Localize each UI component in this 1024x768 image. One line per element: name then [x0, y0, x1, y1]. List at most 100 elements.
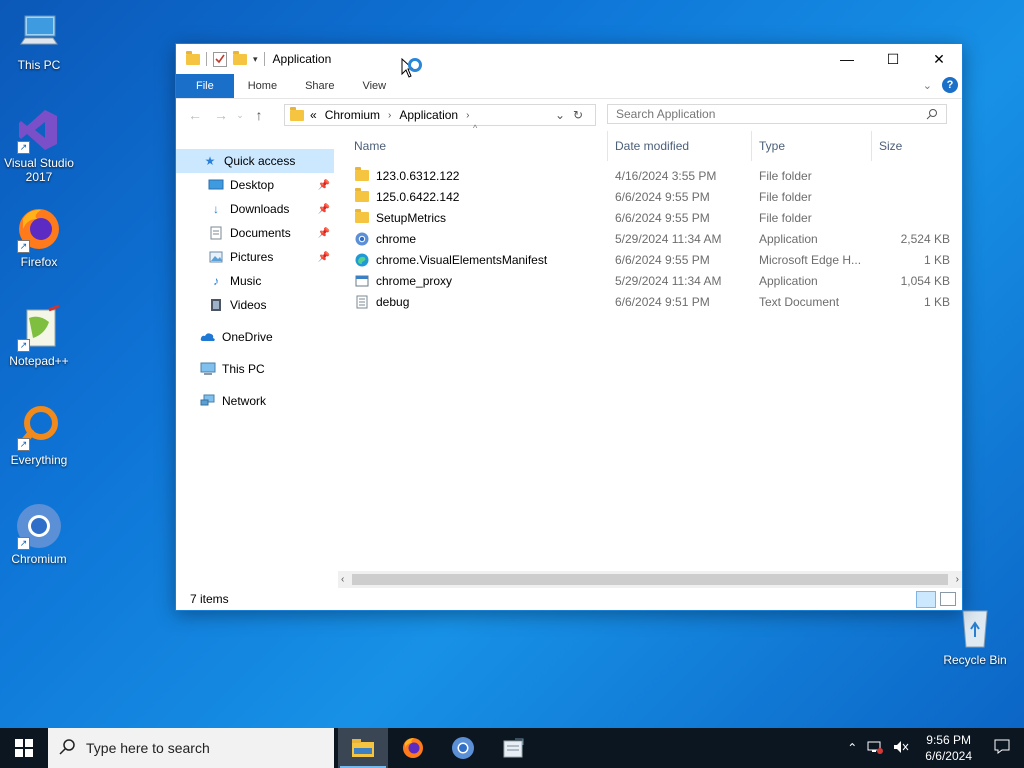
tab-view[interactable]: View	[348, 74, 400, 98]
column-header-size[interactable]: Size	[871, 131, 951, 161]
start-button[interactable]	[0, 728, 48, 768]
file-type: Text Document	[759, 294, 840, 309]
column-header-name[interactable]: Name	[346, 131, 608, 161]
file-name: SetupMetrics	[376, 210, 447, 225]
nav-item-videos[interactable]: Videos	[176, 293, 334, 317]
search-box[interactable]: Search Application	[607, 104, 947, 124]
address-overflow[interactable]: «	[310, 108, 317, 122]
file-type: File folder	[759, 168, 812, 183]
file-row[interactable]: 125.0.6422.142 6/6/2024 9:55 PM File fol…	[346, 186, 962, 207]
tab-share[interactable]: Share	[291, 74, 348, 98]
desktop-icon-everything[interactable]: ↗ Everything	[0, 403, 81, 467]
taskbar-firefox[interactable]	[388, 728, 438, 768]
nav-item-downloads[interactable]: ↓ Downloads 📌	[176, 197, 334, 221]
up-button[interactable]: ↑	[246, 107, 272, 123]
taskbar-chromium[interactable]	[438, 728, 488, 768]
content-area: ★ Quick access Desktop 📌 ↓ Downloads 📌 D…	[176, 123, 962, 588]
file-date: 6/6/2024 9:55 PM	[615, 252, 710, 267]
search-input[interactable]: Search Application	[616, 107, 715, 121]
details-view-icon[interactable]	[916, 591, 936, 608]
scroll-right-icon[interactable]: ›	[956, 574, 959, 585]
cloud-icon	[200, 330, 216, 344]
nav-item-music[interactable]: ♪ Music	[176, 269, 334, 293]
close-button[interactable]: ✕	[916, 44, 962, 74]
forward-button[interactable]: →	[208, 107, 234, 123]
desktop-icon-firefox[interactable]: ↗ Firefox	[0, 205, 81, 269]
minimize-button[interactable]: —	[824, 44, 870, 74]
properties-icon[interactable]	[213, 51, 227, 67]
clock[interactable]: 9:56 PM 6/6/2024	[915, 732, 982, 764]
nav-label: OneDrive	[222, 330, 273, 344]
desktop-icon-visual-studio[interactable]: ↗ Visual Studio 2017	[0, 106, 81, 184]
taskbar-file-explorer[interactable]	[338, 728, 388, 768]
file-row[interactable]: SetupMetrics 6/6/2024 9:55 PM File folde…	[346, 207, 962, 228]
shortcut-arrow-icon: ↗	[17, 537, 30, 550]
desktop-icon-chromium[interactable]: ↗ Chromium	[0, 502, 81, 566]
desktop-icon-this-pc[interactable]: This PC	[0, 8, 81, 72]
column-headers: Name Date modified Type Size	[346, 131, 962, 161]
address-dropdown-icon[interactable]: ⌄	[555, 108, 565, 122]
computer-icon	[200, 362, 216, 376]
file-row[interactable]: debug 6/6/2024 9:51 PM Text Document 1 K…	[346, 291, 962, 312]
column-header-type[interactable]: Type	[751, 131, 872, 161]
taskbar-search-box[interactable]: Type here to search	[48, 728, 334, 768]
nav-item-documents[interactable]: Documents 📌	[176, 221, 334, 245]
folder-icon	[186, 50, 200, 65]
chevron-right-icon[interactable]: ›	[466, 110, 469, 121]
file-date: 6/6/2024 9:55 PM	[615, 210, 710, 225]
chromium-icon	[354, 232, 370, 246]
file-list: ^ Name Date modified Type Size 123.0.631…	[346, 123, 962, 588]
file-name: 123.0.6312.122	[376, 168, 460, 183]
navigation-bar: ← → ⌄ ↑ « Chromium › Application › ⌄ ↻ S…	[176, 99, 962, 131]
new-folder-icon[interactable]	[233, 50, 247, 65]
nav-item-pictures[interactable]: Pictures 📌	[176, 245, 334, 269]
volume-muted-icon[interactable]	[887, 740, 915, 757]
nav-item-quick-access[interactable]: ★ Quick access	[176, 149, 334, 173]
music-icon: ♪	[213, 274, 219, 288]
tab-home[interactable]: Home	[234, 74, 291, 98]
edge-icon	[354, 253, 370, 267]
address-segment[interactable]: Application	[399, 108, 458, 122]
expand-ribbon-icon[interactable]: ⌄	[923, 79, 932, 92]
taskbar-search-input[interactable]: Type here to search	[86, 740, 210, 756]
file-size: 1 KB	[923, 294, 950, 309]
file-row[interactable]: chrome.VisualElementsManifest 6/6/2024 9…	[346, 249, 962, 270]
file-row[interactable]: chrome_proxy 5/29/2024 11:34 AM Applicat…	[346, 270, 962, 291]
address-segment[interactable]: Chromium	[325, 108, 380, 122]
taskbar-app[interactable]	[488, 728, 538, 768]
file-type: Application	[759, 273, 818, 288]
back-button[interactable]: ←	[182, 107, 208, 123]
file-row[interactable]: 123.0.6312.122 4/16/2024 3:55 PM File fo…	[346, 165, 962, 186]
large-icons-view-icon[interactable]	[940, 592, 956, 606]
column-header-date-modified[interactable]: Date modified	[607, 131, 752, 161]
nav-item-desktop[interactable]: Desktop 📌	[176, 173, 334, 197]
help-icon[interactable]: ?	[942, 77, 958, 93]
nav-item-network[interactable]: Network	[176, 389, 334, 413]
network-status-icon[interactable]	[863, 740, 887, 757]
file-date: 5/29/2024 11:34 AM	[615, 273, 722, 288]
file-row[interactable]: chrome 5/29/2024 11:34 AM Application 2,…	[346, 228, 962, 249]
chevron-right-icon[interactable]: ›	[388, 110, 391, 121]
notifications-icon[interactable]	[982, 739, 1024, 757]
nav-item-this-pc[interactable]: This PC	[176, 357, 334, 381]
recent-locations-button[interactable]: ⌄	[234, 110, 246, 121]
maximize-button[interactable]: ☐	[870, 44, 916, 74]
search-icon	[58, 738, 76, 759]
desktop-icon-recycle-bin[interactable]: Recycle Bin	[933, 603, 1017, 667]
show-hidden-icons-icon[interactable]: ⌃	[841, 741, 863, 755]
address-bar[interactable]: « Chromium › Application › ⌄ ↻	[284, 104, 596, 126]
toolbar-divider	[206, 52, 207, 66]
scroll-left-icon[interactable]: ‹	[341, 574, 344, 585]
nav-item-onedrive[interactable]: OneDrive	[176, 325, 334, 349]
title-bar[interactable]: ▾ Application — ☐ ✕	[176, 44, 962, 78]
horizontal-scrollbar[interactable]: ‹ ›	[338, 571, 962, 588]
customize-toolbar-icon[interactable]: ▾	[253, 54, 258, 65]
tab-file[interactable]: File	[176, 74, 234, 98]
desktop-icon-notepad-plus-plus[interactable]: ↗ Notepad++	[0, 304, 81, 368]
folder-icon	[354, 188, 370, 204]
nav-label: This PC	[222, 362, 265, 376]
scrollbar-thumb[interactable]	[352, 574, 948, 585]
file-explorer-window[interactable]: ▾ Application — ☐ ✕ File Home Share View…	[175, 43, 963, 611]
refresh-icon[interactable]: ↻	[573, 108, 583, 122]
status-bar: 7 items	[176, 588, 962, 610]
